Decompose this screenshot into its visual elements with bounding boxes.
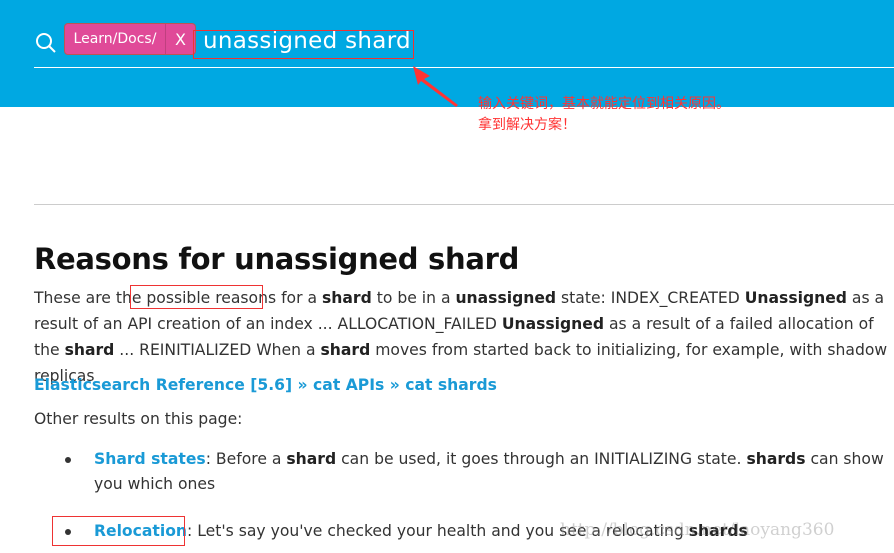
snippet-text: to be in a [371, 289, 456, 307]
snippet-text: ... REINITIALIZED When a [114, 341, 321, 359]
item-link[interactable]: Shard states [94, 450, 206, 468]
scope-tag-remove-button[interactable]: X [166, 30, 195, 49]
annotation-box [130, 285, 263, 309]
scope-tag-label: Learn/Docs/ [65, 24, 166, 54]
annotation-box [193, 30, 414, 59]
highlight-term: unassigned [455, 289, 557, 307]
result-breadcrumb-link[interactable]: Elasticsearch Reference [5.6] » cat APIs… [34, 376, 497, 394]
annotation-arrow [413, 66, 458, 107]
search-icon[interactable] [34, 31, 58, 55]
annotation-box [52, 516, 185, 546]
annotation-line: 输入关键词，基本就能定位到相关原因。 [478, 96, 730, 112]
highlight-term: Unassigned [744, 289, 847, 307]
highlight-term: shard [286, 450, 337, 468]
highlight-term: shard [320, 341, 371, 359]
list-item: Shard states: Before a shard can be used… [65, 447, 884, 497]
highlight-term: Unassigned [501, 315, 605, 333]
bullet [65, 457, 71, 463]
other-results-label: Other results on this page: [34, 410, 243, 428]
highlight-term: shard [321, 289, 372, 307]
item-text: : Before a shard can be used, it goes th… [94, 450, 884, 493]
snippet-text: can be used, it goes through an INITIALI… [336, 450, 747, 468]
annotation-line: 拿到解决方案！ [478, 117, 576, 133]
scope-tag: Learn/Docs/ X [64, 23, 196, 55]
watermark: http://blog.csdn.net/laoyang360 [560, 520, 835, 540]
annotation-note: 输入关键词，基本就能定位到相关原因。 拿到解决方案！ [478, 94, 730, 136]
snippet-text: state: INDEX_CREATED [556, 289, 745, 307]
snippet-text: : Before a [205, 450, 287, 468]
highlight-term: shards [746, 450, 806, 468]
divider [34, 204, 894, 205]
snippet-text: for a [276, 289, 322, 307]
result-title[interactable]: Reasons for unassigned shard [34, 242, 519, 276]
highlight-term: shard [64, 341, 115, 359]
